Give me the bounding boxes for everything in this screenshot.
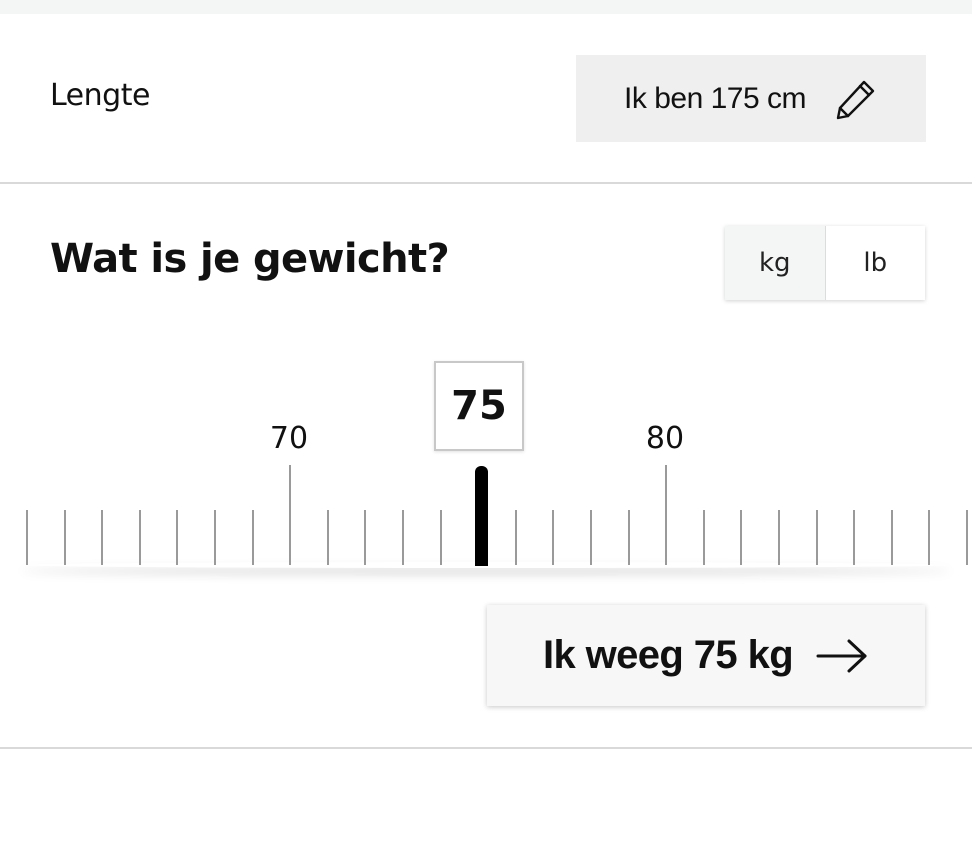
ruler-tick: [101, 510, 103, 565]
ruler-tick: [552, 510, 554, 565]
edit-height-button[interactable]: Ik ben 175 cm: [576, 55, 926, 142]
unit-kg-button[interactable]: kg: [725, 226, 826, 300]
ruler-major-tick: [665, 465, 667, 565]
ruler-tick: [891, 510, 893, 565]
ruler-tick: [214, 510, 216, 565]
ruler-major-tick: [289, 465, 291, 565]
height-label: Lengte: [50, 78, 150, 113]
ruler-tick: [590, 510, 592, 565]
weight-question: Wat is je gewicht?: [50, 236, 450, 282]
ruler-tick: [628, 510, 630, 565]
ruler-tick: [327, 510, 329, 565]
submit-weight-button[interactable]: Ik weeg 75 kg: [487, 605, 925, 706]
ruler-label-70: 70: [269, 421, 309, 456]
ruler-tick: [139, 510, 141, 565]
top-strip: [0, 0, 972, 14]
ruler-tick: [364, 510, 366, 565]
ruler-tick: [740, 510, 742, 565]
ruler-tick: [515, 510, 517, 565]
ruler-tick: [853, 510, 855, 565]
divider-top: [0, 182, 972, 184]
ruler-tick: [402, 510, 404, 565]
height-value-text: Ik ben 175 cm: [624, 81, 806, 115]
ruler-label-80: 80: [645, 421, 685, 456]
ruler-tick: [176, 510, 178, 565]
selected-weight-box: 75: [434, 361, 524, 451]
ruler-tick: [966, 510, 968, 565]
pencil-icon: [836, 80, 875, 119]
ruler-tick: [816, 510, 818, 565]
ruler-tick: [26, 510, 28, 565]
arrow-right-icon: [816, 639, 867, 672]
ruler-tick: [440, 510, 442, 565]
submit-weight-text: Ik weeg 75 kg: [542, 633, 794, 677]
ruler-indicator[interactable]: [475, 466, 488, 566]
ruler-tick: [778, 510, 780, 565]
ruler-tick: [64, 510, 66, 565]
ruler-tick: [703, 510, 705, 565]
ruler-tick: [928, 510, 930, 565]
divider-bottom: [0, 747, 972, 749]
unit-toggle: kg lb: [725, 226, 925, 300]
unit-lb-button[interactable]: lb: [826, 226, 926, 300]
ruler-tick: [252, 510, 254, 565]
